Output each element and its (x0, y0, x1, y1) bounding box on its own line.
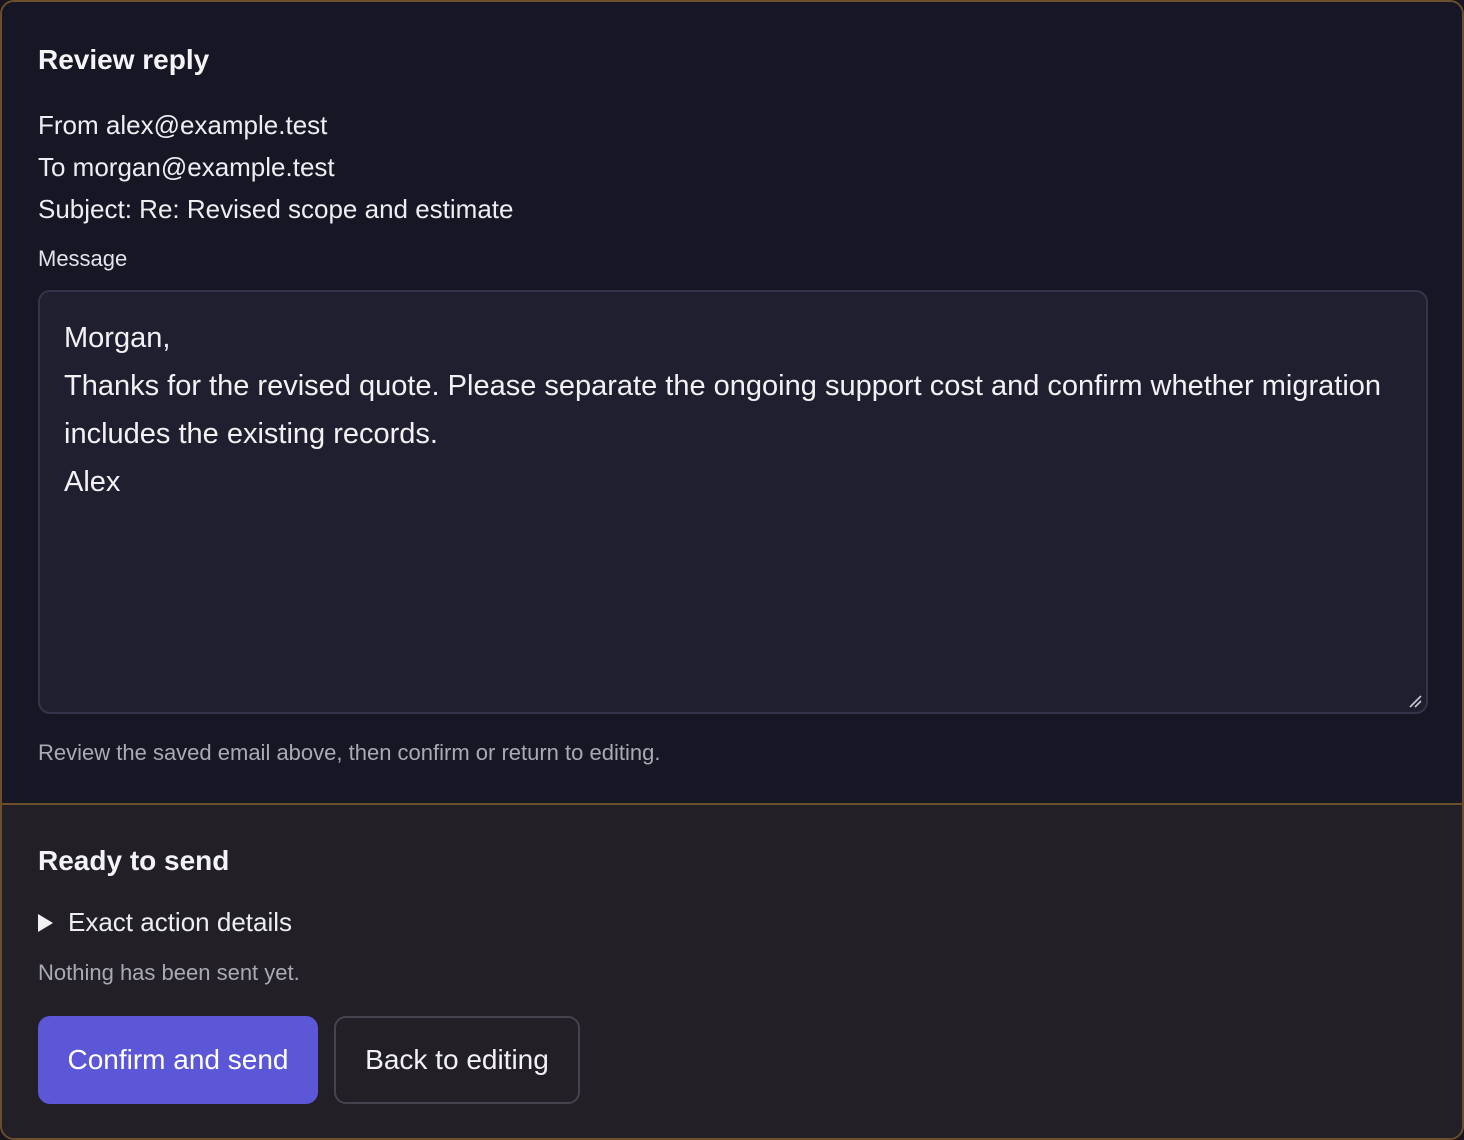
send-title: Ready to send (38, 845, 230, 876)
action-details-label: Exact action details (68, 907, 293, 937)
action-details-toggle[interactable]: Exact action details (38, 907, 292, 938)
from-line: From alex@example.test (38, 110, 328, 140)
confirm-send-button[interactable]: Confirm and send (38, 1016, 318, 1104)
message-line-greeting: Morgan, (64, 322, 171, 354)
subject-line: Subject: Re: Revised scope and estimate (38, 194, 514, 224)
triangle-right-icon (38, 913, 53, 932)
send-panel: Ready to send Exact action details Nothi… (2, 805, 1462, 1138)
message-line-body: Thanks for the revised quote. Please sep… (64, 370, 1382, 450)
to-line: To morgan@example.test (38, 152, 335, 182)
review-dialog: Review reply From alex@example.test To m… (0, 0, 1464, 1140)
send-status: Nothing has been sent yet. (38, 960, 300, 985)
message-label: Message (38, 246, 128, 271)
resize-handle-icon[interactable] (1408, 694, 1422, 708)
message-textarea[interactable]: Morgan, Thanks for the revised quote. Pl… (38, 290, 1428, 714)
review-panel: Review reply From alex@example.test To m… (2, 2, 1462, 804)
review-hint: Review the saved email above, then confi… (38, 740, 661, 765)
review-title: Review reply (38, 44, 210, 75)
back-to-editing-button[interactable]: Back to editing (334, 1016, 580, 1104)
message-line-signoff: Alex (64, 466, 121, 498)
